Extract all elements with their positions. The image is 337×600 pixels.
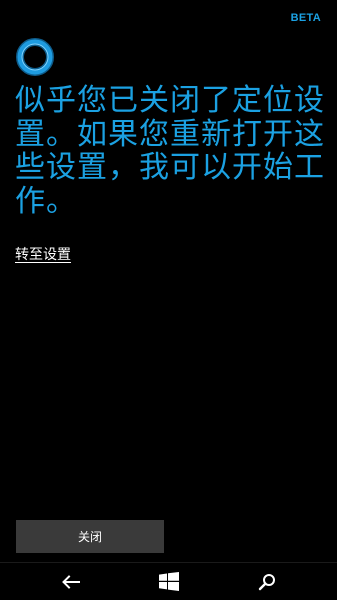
beta-badge: BETA (290, 12, 321, 24)
cortana-icon (16, 38, 54, 76)
close-button[interactable]: 关闭 (16, 520, 164, 553)
navigation-bar (0, 562, 337, 600)
search-button[interactable] (242, 563, 292, 600)
windows-logo-icon (159, 572, 179, 591)
search-icon (258, 573, 275, 590)
home-button[interactable] (144, 563, 194, 600)
back-arrow-icon (62, 574, 80, 589)
close-button-label: 关闭 (77, 530, 102, 544)
back-button[interactable] (46, 563, 96, 600)
location-off-message: 似乎您已关闭了定位设置。如果您重新打开这些设置，我可以开始工作。 (15, 83, 325, 219)
go-to-settings-link[interactable]: 转至设置 (15, 246, 71, 264)
